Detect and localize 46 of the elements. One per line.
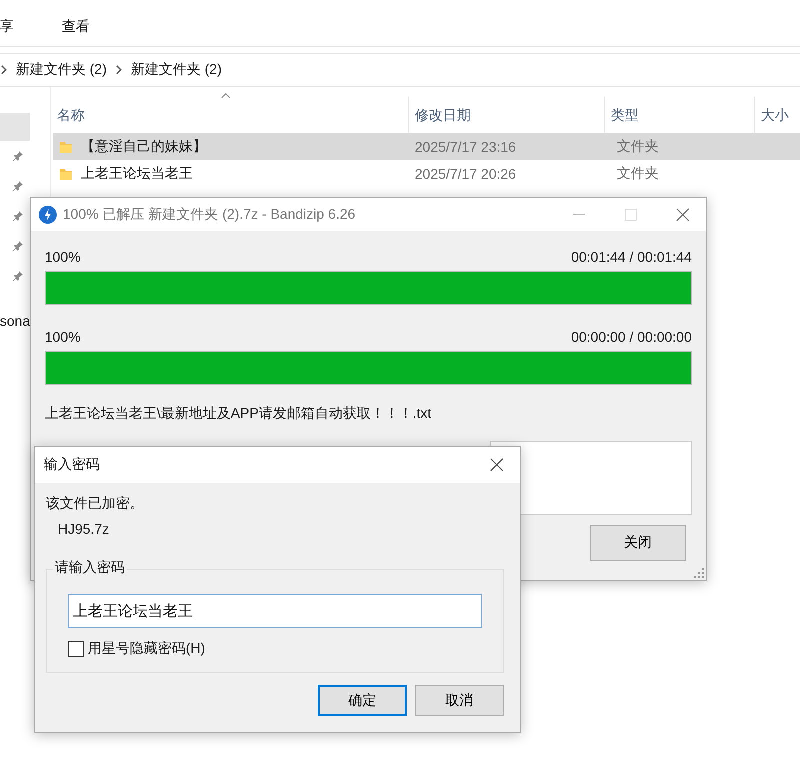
chevron-icon bbox=[115, 65, 123, 75]
app-logo-icon bbox=[39, 206, 57, 224]
file-date: 2025/7/17 23:16 bbox=[414, 138, 518, 154]
file-type: 文件夹 bbox=[616, 138, 659, 156]
close-button[interactable]: 关闭 bbox=[590, 525, 686, 561]
elapsed-time: 00:01:44 / 00:01:44 bbox=[571, 249, 692, 265]
ribbon-tab[interactable]: 享 bbox=[0, 18, 14, 36]
file-type: 文件夹 bbox=[616, 164, 659, 182]
checkbox-label[interactable]: 用星号隐藏密码(H) bbox=[88, 640, 206, 658]
pin-icon[interactable] bbox=[12, 180, 24, 192]
encrypted-message: 该文件已加密。 bbox=[46, 495, 145, 513]
nav-highlight bbox=[0, 113, 30, 141]
progress-percent: 100% bbox=[45, 329, 81, 345]
close-icon[interactable] bbox=[676, 208, 690, 222]
archive-name: HJ95.7z bbox=[57, 521, 110, 537]
checkbox[interactable] bbox=[68, 641, 84, 657]
password-field[interactable]: 上老王论坛当老王 bbox=[68, 594, 482, 628]
pin-icon[interactable] bbox=[12, 150, 24, 162]
file-name: 上老王论坛当老王 bbox=[81, 164, 193, 182]
breadcrumb-item[interactable]: 新建文件夹 (2) bbox=[16, 61, 107, 79]
close-icon[interactable] bbox=[490, 458, 504, 472]
group-label: 请输入密码 bbox=[53, 559, 127, 577]
breadcrumb-item[interactable]: 新建文件夹 (2) bbox=[131, 61, 222, 79]
file-date: 2025/7/17 20:26 bbox=[414, 166, 518, 182]
pin-icon[interactable] bbox=[12, 210, 24, 222]
dialog-button[interactable]: 取消 bbox=[415, 685, 504, 716]
minimize-icon[interactable] bbox=[573, 214, 585, 216]
nav-item[interactable]: sona bbox=[0, 313, 30, 329]
file-row[interactable]: 上老王论坛当老王 2025/7/17 20:26 文件夹 bbox=[53, 160, 800, 187]
current-file: 上老王论坛当老王\最新地址及APP请发邮箱自动获取！！！.txt bbox=[45, 405, 433, 423]
dialog-title: 输入密码 bbox=[44, 456, 101, 474]
folder-icon bbox=[59, 166, 73, 180]
sort-caret-icon bbox=[221, 93, 231, 99]
file-row[interactable]: 【意淫自己的妹妹】 2025/7/17 23:16 文件夹 bbox=[53, 133, 800, 160]
chevron-icon bbox=[0, 65, 8, 75]
resize-grip-icon[interactable] bbox=[694, 568, 704, 578]
window-title: 100% 已解压 新建文件夹 (2).7z - Bandizip 6.26 bbox=[63, 206, 357, 224]
file-name: 【意淫自己的妹妹】 bbox=[81, 138, 207, 156]
pin-icon[interactable] bbox=[12, 270, 24, 282]
ribbon-tab[interactable]: 查看 bbox=[62, 18, 90, 36]
pin-icon[interactable] bbox=[12, 240, 24, 252]
dialog-button[interactable]: 确定 bbox=[318, 685, 407, 716]
elapsed-time: 00:00:00 / 00:00:00 bbox=[571, 329, 692, 345]
folder-icon bbox=[59, 140, 73, 154]
column-header[interactable]: 大小 bbox=[755, 97, 789, 133]
progress-percent: 100% bbox=[45, 249, 81, 265]
